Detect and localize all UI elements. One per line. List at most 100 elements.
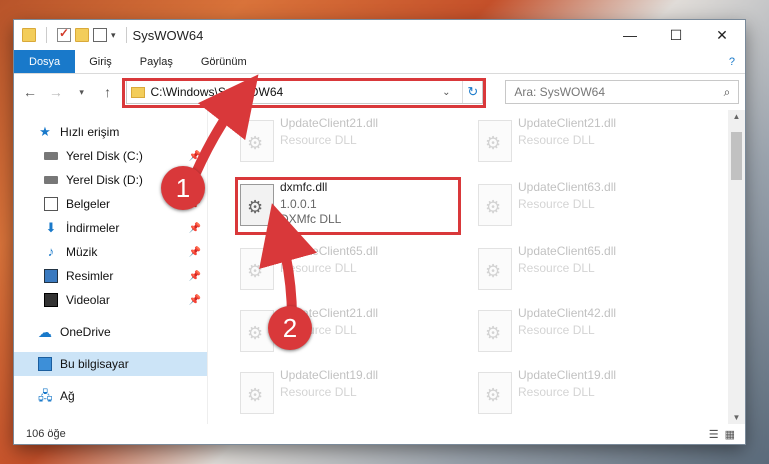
pin-icon: 📌	[188, 294, 201, 306]
sidebar-item-label: İndirmeler	[66, 221, 120, 235]
sidebar-item-this-pc[interactable]: Bu bilgisayar	[14, 352, 207, 376]
file-name: UpdateClient21.dll	[280, 116, 379, 130]
scroll-up-icon[interactable]: ▲	[728, 112, 745, 121]
pin-icon: 📌	[188, 150, 201, 162]
file-item[interactable]: UpdateClient21.dll Resource DLL	[240, 116, 460, 172]
search-icon[interactable]: ⌕	[716, 85, 738, 100]
scroll-thumb[interactable]	[731, 132, 742, 180]
maximize-button[interactable]: ☐	[653, 20, 699, 50]
step-badge-1: 1	[161, 166, 205, 210]
divider	[46, 27, 47, 43]
file-description: Resource DLL	[280, 133, 357, 147]
file-name: UpdateClient21.dll	[518, 116, 617, 130]
close-button[interactable]: ✕	[699, 20, 745, 50]
music-icon: ♪	[47, 244, 55, 259]
tab-view[interactable]: Görünüm	[187, 50, 261, 73]
file-name: UpdateClient19.dll	[280, 368, 379, 382]
sidebar-item-network[interactable]: 🖧 Ağ	[14, 384, 207, 408]
documents-icon	[44, 197, 58, 211]
file-highlight-box	[235, 177, 461, 235]
up-arrow-icon[interactable]: ↑	[98, 84, 118, 100]
file-view: UpdateClient21.dll Resource DLL dxmfc.dl…	[208, 110, 745, 424]
sidebar-item-music[interactable]: ♪ Müzik 📌	[14, 240, 207, 264]
step-badge-2: 2	[268, 306, 312, 350]
help-icon[interactable]: ?	[729, 50, 745, 73]
sidebar-item-label: OneDrive	[60, 325, 111, 339]
search-input[interactable]: Ara: SysWOW64	[514, 85, 605, 99]
dll-file-icon	[240, 248, 274, 290]
back-arrow-icon[interactable]: ←	[20, 84, 40, 100]
sidebar-item-label: Videolar	[66, 293, 110, 307]
file-item[interactable]: UpdateClient65.dll Resource DLL	[240, 244, 460, 300]
file-item[interactable]: UpdateClient21.dll Resource DLL	[478, 116, 698, 172]
file-description: Resource DLL	[518, 133, 595, 147]
properties-check-icon[interactable]	[57, 26, 71, 42]
forward-arrow-icon[interactable]: →	[46, 84, 66, 100]
file-name: UpdateClient42.dll	[518, 306, 617, 320]
sidebar-item-label: Resimler	[66, 269, 114, 283]
pin-icon: 📌	[188, 270, 201, 282]
file-description: Resource DLL	[280, 261, 357, 275]
file-description: Resource DLL	[280, 385, 357, 399]
ribbon-tabs: Dosya Giriş Paylaş Görünüm ?	[14, 50, 745, 74]
videos-icon	[44, 293, 58, 307]
file-name: UpdateClient65.dll	[280, 244, 379, 258]
search-box[interactable]: Ara: SysWOW64 ⌕	[505, 80, 739, 104]
tiles-view-icon[interactable]: ▦	[725, 428, 735, 441]
file-item[interactable]: UpdateClient65.dll Resource DLL	[478, 244, 698, 300]
file-item[interactable]: UpdateClient63.dll Resource DLL	[478, 180, 698, 236]
cloud-icon: ☁	[38, 324, 52, 340]
window-title: SysWOW64	[132, 27, 204, 43]
vertical-scrollbar[interactable]: ▲ ▼	[728, 110, 745, 424]
sidebar-item-onedrive[interactable]: ☁ OneDrive	[14, 320, 207, 344]
network-icon: 🖧	[38, 388, 53, 403]
explorer-window: ▾ SysWOW64 — ☐ ✕ Dosya Giriş Paylaş Görü…	[14, 20, 745, 444]
sidebar-item-quick-access[interactable]: ★ Hızlı erişim	[14, 120, 207, 144]
drive-icon	[44, 152, 58, 160]
view-props-icon[interactable]	[93, 28, 107, 42]
sidebar-item-label: Hızlı erişim	[60, 125, 120, 139]
new-folder-icon[interactable]	[75, 28, 89, 42]
file-description: Resource DLL	[518, 385, 595, 399]
dll-file-icon	[478, 184, 512, 226]
navigation-pane: ★ Hızlı erişim Yerel Disk (C:) 📌 Yerel D…	[14, 110, 208, 424]
pin-icon: 📌	[188, 246, 201, 258]
sidebar-item-videos[interactable]: Videolar 📌	[14, 288, 207, 312]
tab-share[interactable]: Paylaş	[126, 50, 187, 73]
minimize-button[interactable]: —	[607, 20, 653, 50]
file-description: Resource DLL	[518, 197, 595, 211]
divider	[125, 27, 127, 43]
file-item[interactable]: UpdateClient42.dll Resource DLL	[478, 306, 698, 362]
sidebar-item-downloads[interactable]: ⬇ İndirmeler 📌	[14, 216, 207, 240]
pictures-icon	[44, 269, 58, 283]
file-item[interactable]: UpdateClient19.dll Resource DLL	[478, 368, 698, 424]
star-icon: ★	[39, 124, 51, 139]
sidebar-item-label: Ağ	[60, 389, 75, 403]
sidebar-item-label: Yerel Disk (C:)	[66, 149, 143, 163]
file-name: UpdateClient19.dll	[518, 368, 617, 382]
computer-icon	[38, 357, 52, 371]
details-view-icon[interactable]: ☰	[709, 428, 719, 441]
file-description: Resource DLL	[518, 323, 595, 337]
sidebar-item-disk-c[interactable]: Yerel Disk (C:) 📌	[14, 144, 207, 168]
dll-file-icon	[478, 248, 512, 290]
sidebar-item-label: Belgeler	[66, 197, 111, 211]
sidebar-item-label: Müzik	[66, 245, 98, 259]
main-area: ★ Hızlı erişim Yerel Disk (C:) 📌 Yerel D…	[14, 110, 745, 424]
chevron-down-icon[interactable]: ▾	[111, 30, 116, 41]
file-description: Resource DLL	[518, 261, 595, 275]
tab-file[interactable]: Dosya	[14, 50, 76, 73]
recent-locations-icon[interactable]: ▾	[72, 87, 92, 98]
scroll-down-icon[interactable]: ▼	[728, 413, 745, 422]
view-switcher: ☰ ▦	[709, 428, 745, 441]
title-bar: ▾ SysWOW64 — ☐ ✕	[14, 20, 745, 50]
file-item[interactable]: UpdateClient19.dll Resource DLL	[240, 368, 460, 424]
dll-file-icon	[478, 372, 512, 414]
file-name: UpdateClient63.dll	[518, 180, 617, 194]
sidebar-item-pictures[interactable]: Resimler 📌	[14, 264, 207, 288]
downloads-icon: ⬇	[45, 220, 57, 235]
window-controls: — ☐ ✕	[607, 20, 745, 50]
dll-file-icon	[478, 120, 512, 162]
tab-home[interactable]: Giriş	[75, 50, 126, 73]
quick-access-toolbar: ▾	[14, 26, 133, 43]
